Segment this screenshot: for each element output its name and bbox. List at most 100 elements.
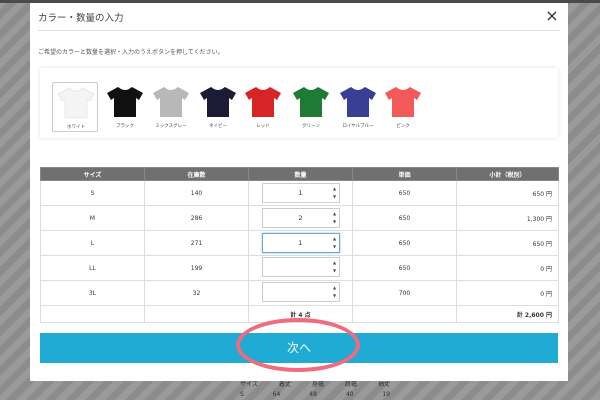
total-quantity: 計 4 点 [248,305,353,323]
bg-cell: 64 [272,391,281,398]
background-size-chart-row: S 64 48 40 19 [240,390,390,400]
stepper-arrows-icon[interactable]: ▲ ▼ [332,185,338,201]
quantity-value: 2 [298,214,303,222]
quantity-stepper[interactable]: 1 ▲ ▼ [261,183,340,203]
table-row: LL 199 ▲ ▼ 650 0 円 [40,255,559,281]
total-empty-cell [144,305,249,323]
price-cell: 650 [352,205,457,231]
quantity-cell: 2 ▲ ▼ [248,205,353,231]
quantity-cell: ▲ ▼ [248,255,353,281]
quantity-value: 1 [298,189,303,197]
stock-cell: 140 [144,180,249,206]
swatch-label: グリーン [302,124,320,129]
stepper-arrows-icon[interactable]: ▲ ▼ [332,210,338,226]
stock-cell: 32 [144,280,249,306]
price-cell: 650 [352,230,457,256]
next-button[interactable]: 次へ [40,333,558,363]
header-quantity: 数量 [248,167,353,181]
size-cell: L [40,230,145,256]
instruction-text: ご希望のカラーと数量を選択・入力のうえボタンを押してください。 [38,49,224,56]
color-swatch-red[interactable]: レッド [240,82,286,132]
subtotal-cell: 0 円 [456,280,559,306]
subtotal-cell: 1,300 円 [456,205,559,231]
stock-cell: 199 [144,255,249,281]
subtotal-cell: 650 円 [456,230,559,256]
color-swatch-black[interactable]: ブラック [102,82,148,132]
quantity-table: サイズ 在庫数 数量 単価 小計（税別） S 140 1 ▲ ▼ 650 650 円… [40,167,559,323]
size-cell: LL [40,255,145,281]
modal-title: カラー・数量の入力 [38,13,124,24]
header-subtotal: 小計（税別） [456,167,559,181]
stepper-arrows-icon[interactable]: ▲ ▼ [332,259,338,275]
header-unit-price: 単価 [352,167,457,181]
stock-cell: 286 [144,205,249,231]
swatch-label: ホワイト [67,125,85,130]
tshirt-icon [200,87,236,117]
quantity-stepper[interactable]: ▲ ▼ [261,257,340,277]
swatch-label: レッド [256,124,270,129]
tshirt-icon [107,87,143,117]
color-swatch-mix-gray[interactable]: ミックスグレー [148,82,194,132]
table-row: S 140 1 ▲ ▼ 650 650 円 [40,180,559,206]
bg-cell: S [240,391,244,398]
swatch-label: ブラック [116,124,134,129]
quantity-cell: ▲ ▼ [248,280,353,306]
tshirt-icon [340,87,376,117]
price-cell: 650 [352,180,457,206]
total-row: 計 4 点 計 2,600 円 [40,305,559,323]
bg-header-cell: 袖丈 [377,381,390,388]
total-empty-cell [352,305,457,323]
swatch-label: ネイビー [209,124,227,129]
color-swatch-pink[interactable]: ピンク [380,82,426,132]
quantity-value: 1 [298,239,303,247]
quantity-cell: 1 ▲ ▼ [248,180,353,206]
quantity-stepper[interactable]: ▲ ▼ [261,282,340,302]
total-amount: 計 2,600 円 [456,305,559,323]
tshirt-icon [153,87,189,117]
tshirt-icon [293,87,329,117]
color-swatch-green[interactable]: グリーン [288,82,334,132]
table-row: M 286 2 ▲ ▼ 650 1,300 円 [40,205,559,231]
color-quantity-modal: カラー・数量の入力 × ご希望のカラーと数量を選択・入力のうえボタンを押してくだ… [30,3,568,381]
total-empty-cell [40,305,145,323]
stepper-arrows-icon[interactable]: ▲ ▼ [332,284,338,300]
tshirt-icon [385,87,421,117]
close-icon[interactable]: × [544,7,560,25]
quantity-stepper[interactable]: 1 ▲ ▼ [261,233,340,253]
bg-header-cell: 身幅 [311,381,324,388]
subtotal-cell: 650 円 [456,180,559,206]
stock-cell: 271 [144,230,249,256]
tshirt-icon [57,87,95,119]
bg-cell: 19 [382,391,390,398]
swatch-label: ピンク [396,124,410,129]
subtotal-cell: 0 円 [456,255,559,281]
bg-cell: 48 [309,391,317,398]
color-swatch-white[interactable]: ホワイト [52,82,98,132]
bg-cell: 40 [345,391,354,398]
color-swatch-navy[interactable]: ネイビー [195,82,241,132]
price-cell: 650 [352,255,457,281]
table-row: L 271 1 ▲ ▼ 650 650 円 [40,230,559,256]
table-header-row: サイズ 在庫数 数量 単価 小計（税別） [40,167,559,181]
table-row: 3L 32 ▲ ▼ 700 0 円 [40,280,559,306]
swatch-label: ロイヤルブルー [342,124,374,129]
bg-header-cell: 着丈 [278,381,291,388]
quantity-stepper[interactable]: 2 ▲ ▼ [261,208,340,228]
size-cell: 3L [40,280,145,306]
header-size: サイズ [40,167,145,181]
color-swatch-panel: ホワイト ブラック ミックスグレー ネイビー レッド グリーン ロイヤルブルー [40,68,558,138]
background-size-chart: サイズ 着丈 身幅 肩幅 袖丈 S 64 48 40 19 [240,380,390,400]
size-cell: M [40,205,145,231]
price-cell: 700 [352,280,457,306]
size-cell: S [40,180,145,206]
color-swatch-royal-blue[interactable]: ロイヤルブルー [335,82,381,132]
background-size-chart-header: サイズ 着丈 身幅 肩幅 袖丈 [240,380,390,390]
tshirt-icon [245,87,281,117]
header-stock: 在庫数 [144,167,249,181]
quantity-cell: 1 ▲ ▼ [248,230,353,256]
stepper-arrows-icon[interactable]: ▲ ▼ [332,235,338,251]
bg-header-cell: サイズ [240,381,258,388]
title-divider [38,30,560,31]
swatch-label: ミックスグレー [155,124,187,129]
bg-header-cell: 肩幅 [344,381,357,388]
